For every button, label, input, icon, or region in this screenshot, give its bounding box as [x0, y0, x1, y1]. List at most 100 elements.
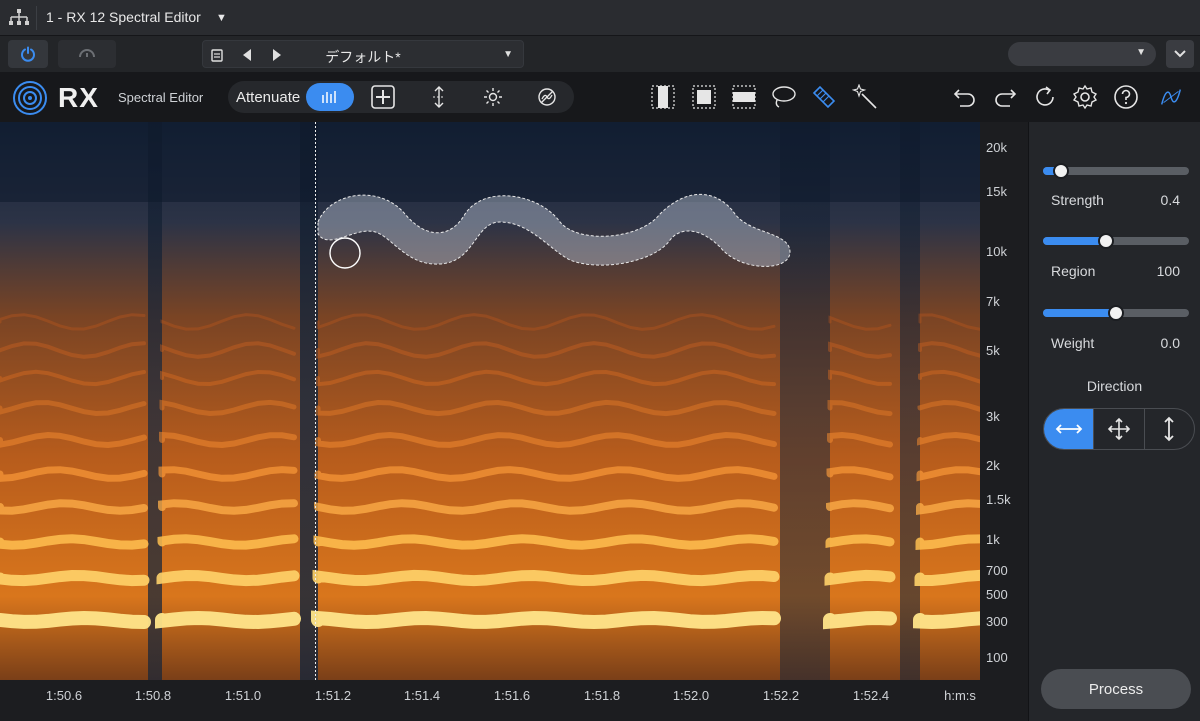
box-selection-icon [692, 85, 716, 109]
no-symbol-icon [538, 88, 556, 106]
horizontal-arrows-icon [1055, 424, 1082, 434]
izotope-menu-button[interactable] [1158, 84, 1184, 110]
settings-button[interactable] [1072, 84, 1098, 110]
direction-horizontal-button[interactable] [1044, 409, 1095, 449]
direction-vertical-button[interactable] [1145, 409, 1194, 449]
four-way-arrows-icon [1107, 417, 1131, 441]
preset-bar: デフォルト* ▼ ▼ [0, 36, 1200, 72]
help-icon [1114, 85, 1138, 109]
disable-mode-button[interactable] [534, 84, 560, 110]
help-button[interactable] [1113, 84, 1139, 110]
weight-slider[interactable] [1043, 305, 1189, 321]
lasso-icon [772, 86, 796, 108]
harmonic-band [311, 610, 781, 630]
preset-name: デフォルト* [325, 49, 401, 65]
power-button[interactable] [8, 40, 48, 68]
module-name: Spectral Editor [118, 90, 204, 105]
harmonic-band [914, 569, 980, 586]
compare-icon [79, 49, 95, 58]
freq-label: 1k [986, 532, 1000, 547]
time-selection-icon [651, 85, 675, 109]
direction-label: Direction [1086, 378, 1143, 394]
harmonic-band [913, 611, 980, 630]
brighten-mode-button[interactable] [480, 84, 506, 110]
squiggle-logo-icon [1160, 89, 1182, 105]
direction-both-button[interactable] [1094, 409, 1145, 449]
frequency-selection-tool[interactable] [731, 84, 757, 110]
freq-label: 3k [986, 409, 1000, 424]
replace-mode-button[interactable] [426, 84, 452, 110]
slider-thumb[interactable] [1097, 233, 1114, 249]
time-label: 1:52.2 [762, 688, 800, 703]
harmonic-band [823, 610, 897, 630]
frequency-axis: 20k 15k 10k 7k 5k 3k 2k 1.5k 1k 700 500 … [980, 122, 1028, 680]
strength-label: Strength [1051, 192, 1104, 208]
spectrogram-image[interactable] [0, 122, 980, 680]
freq-label: 5k [986, 343, 1000, 358]
collapse-toggle-button[interactable] [1166, 40, 1194, 68]
plus-box-icon [371, 85, 395, 109]
chevron-down-icon: ▼ [1136, 47, 1146, 58]
slider-fill [1043, 237, 1106, 245]
time-label: 1:50.6 [45, 688, 83, 703]
time-label: 1:51.4 [403, 688, 441, 703]
harmonic-band [312, 569, 780, 587]
bars-icon [322, 91, 336, 103]
time-label: 1:51.8 [583, 688, 621, 703]
routing-icon[interactable] [8, 8, 30, 28]
weight-label: Weight [1051, 335, 1095, 351]
time-label: 1:52.0 [672, 688, 710, 703]
vertical-arrows-icon [433, 86, 445, 108]
freq-label: 2k [986, 458, 1000, 473]
region-label: Region [1051, 263, 1096, 279]
harmonic-band [155, 610, 301, 630]
slider-thumb[interactable] [1108, 305, 1124, 321]
harmonic-band [0, 569, 150, 587]
time-selection-tool[interactable] [650, 84, 676, 110]
weight-value[interactable]: 0.0 [1161, 335, 1180, 351]
frequency-selection-icon [732, 85, 756, 109]
time-frequency-selection-tool[interactable] [691, 84, 717, 110]
mode-label: Attenuate [236, 89, 301, 106]
slider-thumb[interactable] [1052, 163, 1069, 179]
freq-label: 10k [986, 244, 1007, 259]
parameters-panel: Strength 0.4 Region 100 Weight 0.0 Direc… [1028, 122, 1200, 721]
strength-slider[interactable] [1043, 163, 1189, 179]
brush-tool[interactable] [811, 84, 837, 110]
time-label: 1:51.0 [224, 688, 262, 703]
strength-value[interactable]: 0.4 [1161, 192, 1180, 208]
time-label: 1:51.2 [314, 688, 352, 703]
harmonic-band [156, 569, 300, 587]
redo-button[interactable] [992, 84, 1018, 110]
instance-menu-caret-icon[interactable]: ▼ [216, 12, 227, 24]
redo-icon [995, 89, 1017, 107]
direction-selector [1043, 408, 1195, 450]
attenuate-mode-button[interactable] [306, 83, 354, 111]
harmonic-band [824, 569, 896, 586]
time-axis: 1:50.6 1:50.8 1:51.0 1:51.2 1:51.4 1:51.… [0, 680, 1028, 721]
undo-button[interactable] [952, 84, 978, 110]
history-icon [1036, 86, 1054, 106]
magic-wand-tool[interactable] [852, 84, 878, 110]
region-value[interactable]: 100 [1157, 263, 1180, 279]
harmonic-band [825, 534, 895, 549]
plugin-instance-title[interactable]: 1 - RX 12 Spectral Editor [46, 9, 201, 25]
host-options-dropdown[interactable]: ▼ [1008, 42, 1156, 66]
magic-wand-icon [852, 84, 877, 109]
preset-selector[interactable]: デフォルト* ▼ [202, 40, 524, 68]
slider-fill [1043, 309, 1116, 317]
freq-label: 7k [986, 294, 1000, 309]
region-slider[interactable] [1043, 233, 1189, 249]
power-icon [21, 46, 35, 62]
process-button[interactable]: Process [1041, 669, 1191, 709]
add-mode-button[interactable] [370, 84, 396, 110]
preset-dropdown-caret-icon[interactable]: ▼ [503, 49, 513, 60]
lasso-tool[interactable] [771, 84, 797, 110]
history-button[interactable] [1032, 84, 1058, 110]
time-label: 1:51.6 [493, 688, 531, 703]
divider [36, 6, 37, 30]
host-title-bar: 1 - RX 12 Spectral Editor ▼ [0, 0, 1200, 36]
spectrogram-display[interactable] [0, 122, 980, 680]
freq-label: 1.5k [986, 492, 1011, 507]
compare-button[interactable] [58, 40, 116, 68]
